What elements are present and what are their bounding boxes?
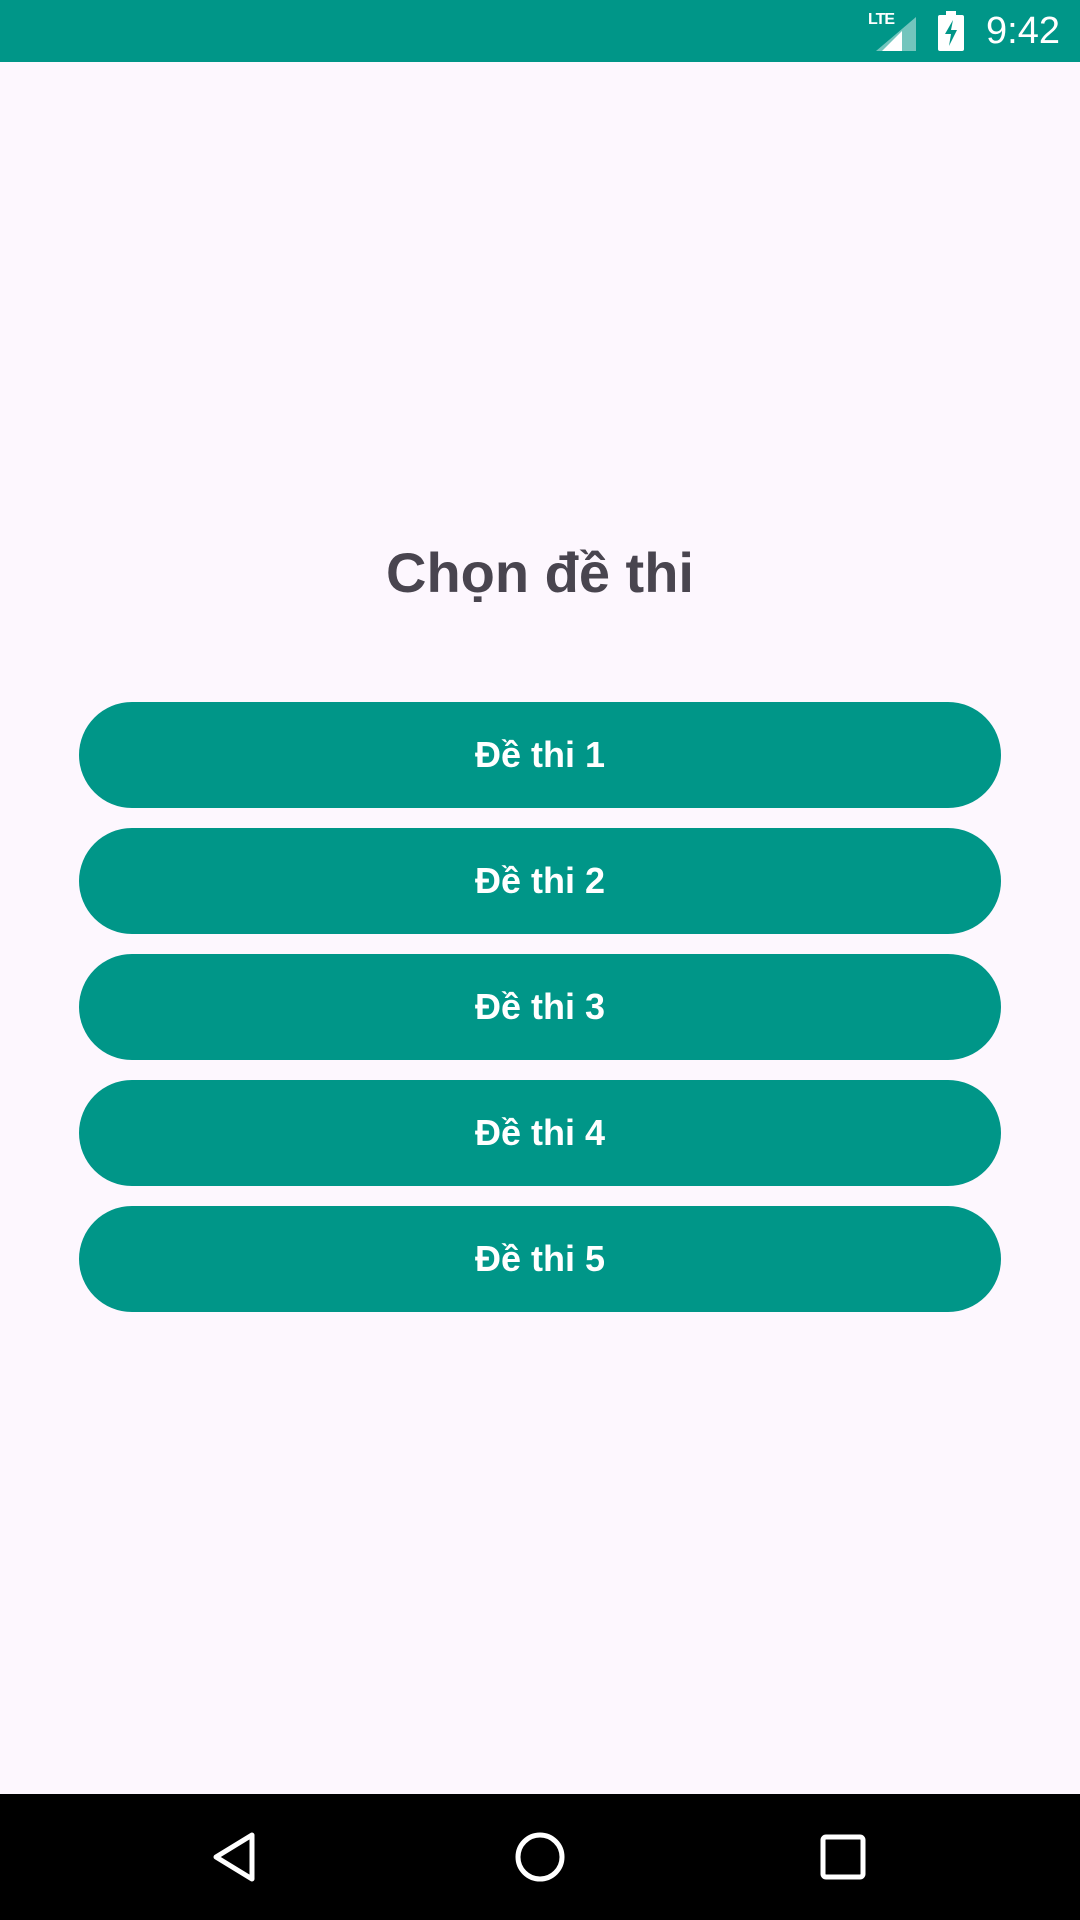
exam-4-button[interactable]: Đề thi 4 (79, 1080, 1001, 1186)
home-icon[interactable] (510, 1827, 570, 1887)
exam-button-list: Đề thi 1 Đề thi 2 Đề thi 3 Đề thi 4 Đề t… (79, 702, 1001, 1332)
page-title: Chọn đề thi (386, 541, 694, 604)
exam-1-button[interactable]: Đề thi 1 (79, 702, 1001, 808)
recents-icon[interactable] (813, 1827, 873, 1887)
lte-signal-icon: LTE (868, 11, 917, 51)
status-icons: LTE 9:42 (868, 0, 1060, 62)
exam-5-button[interactable]: Đề thi 5 (79, 1206, 1001, 1312)
back-icon[interactable] (206, 1827, 266, 1887)
screen: LTE 9:42 Chọn đề thi Đề thi 1 Đề thi 2 Đ… (0, 0, 1080, 1920)
navigation-bar (0, 1794, 1080, 1920)
status-bar: LTE 9:42 (0, 0, 1080, 62)
clock: 9:42 (986, 9, 1060, 52)
battery-charging-icon (938, 11, 965, 51)
exam-2-button[interactable]: Đề thi 2 (79, 828, 1001, 934)
exam-3-button[interactable]: Đề thi 3 (79, 954, 1001, 1060)
